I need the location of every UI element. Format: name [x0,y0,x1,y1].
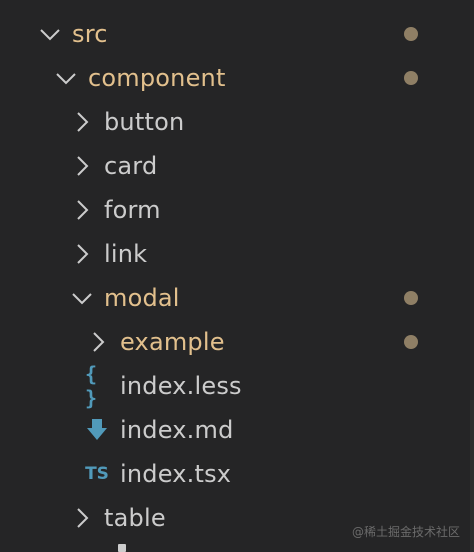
tree-item-link[interactable]: link [0,232,474,276]
tree-item-src[interactable]: src [0,12,474,56]
chevron-right-icon[interactable] [70,242,94,266]
modified-indicator-dot [404,291,418,305]
scrollbar-track[interactable] [470,400,474,552]
tree-item-label: component [88,64,226,92]
chevron-right-icon[interactable] [70,154,94,178]
chevron-right-icon[interactable] [70,198,94,222]
tree-item-label: table [104,504,166,532]
tree-item-card[interactable]: card [0,144,474,188]
tree-item-index-less[interactable]: { } index.less [0,362,474,410]
typescript-icon: TS [85,464,109,484]
tree-item-button[interactable]: button [0,100,474,144]
markdown-download-icon [85,417,109,443]
chevron-down-icon[interactable] [70,286,94,310]
tree-item-component[interactable]: component [0,56,474,100]
chevron-right-icon[interactable] [70,110,94,134]
tree-item-label: button [104,108,185,136]
tree-item-modal[interactable]: modal [0,276,474,320]
tree-item-label: link [104,240,148,268]
tree-item-label: index.md [120,416,234,444]
modified-indicator-dot [404,71,418,85]
tree-item-index-md[interactable]: index.md [0,408,474,452]
chevron-right-icon[interactable] [70,506,94,530]
tree-item-index-tsx[interactable]: TS index.tsx [0,452,474,496]
tree-item-label: card [104,152,158,180]
cut-off-tree-item [118,544,126,552]
chevron-down-icon[interactable] [38,22,62,46]
tree-item-label: index.less [120,372,242,400]
modified-indicator-dot [404,335,418,349]
tree-item-label: src [72,20,108,48]
tree-item-label: example [120,328,225,356]
chevron-right-icon[interactable] [86,330,110,354]
modified-indicator-dot [404,27,418,41]
less-braces-icon: { } [85,362,97,410]
file-explorer-tree: src component button card form link moda… [0,0,474,552]
chevron-down-icon[interactable] [54,66,78,90]
tree-item-label: form [104,196,161,224]
tree-item-example[interactable]: example [0,320,474,364]
tree-item-label: modal [104,284,180,312]
watermark: @稀土掘金技术社区 [351,525,460,539]
tree-item-label: index.tsx [120,460,232,488]
tree-item-form[interactable]: form [0,188,474,232]
